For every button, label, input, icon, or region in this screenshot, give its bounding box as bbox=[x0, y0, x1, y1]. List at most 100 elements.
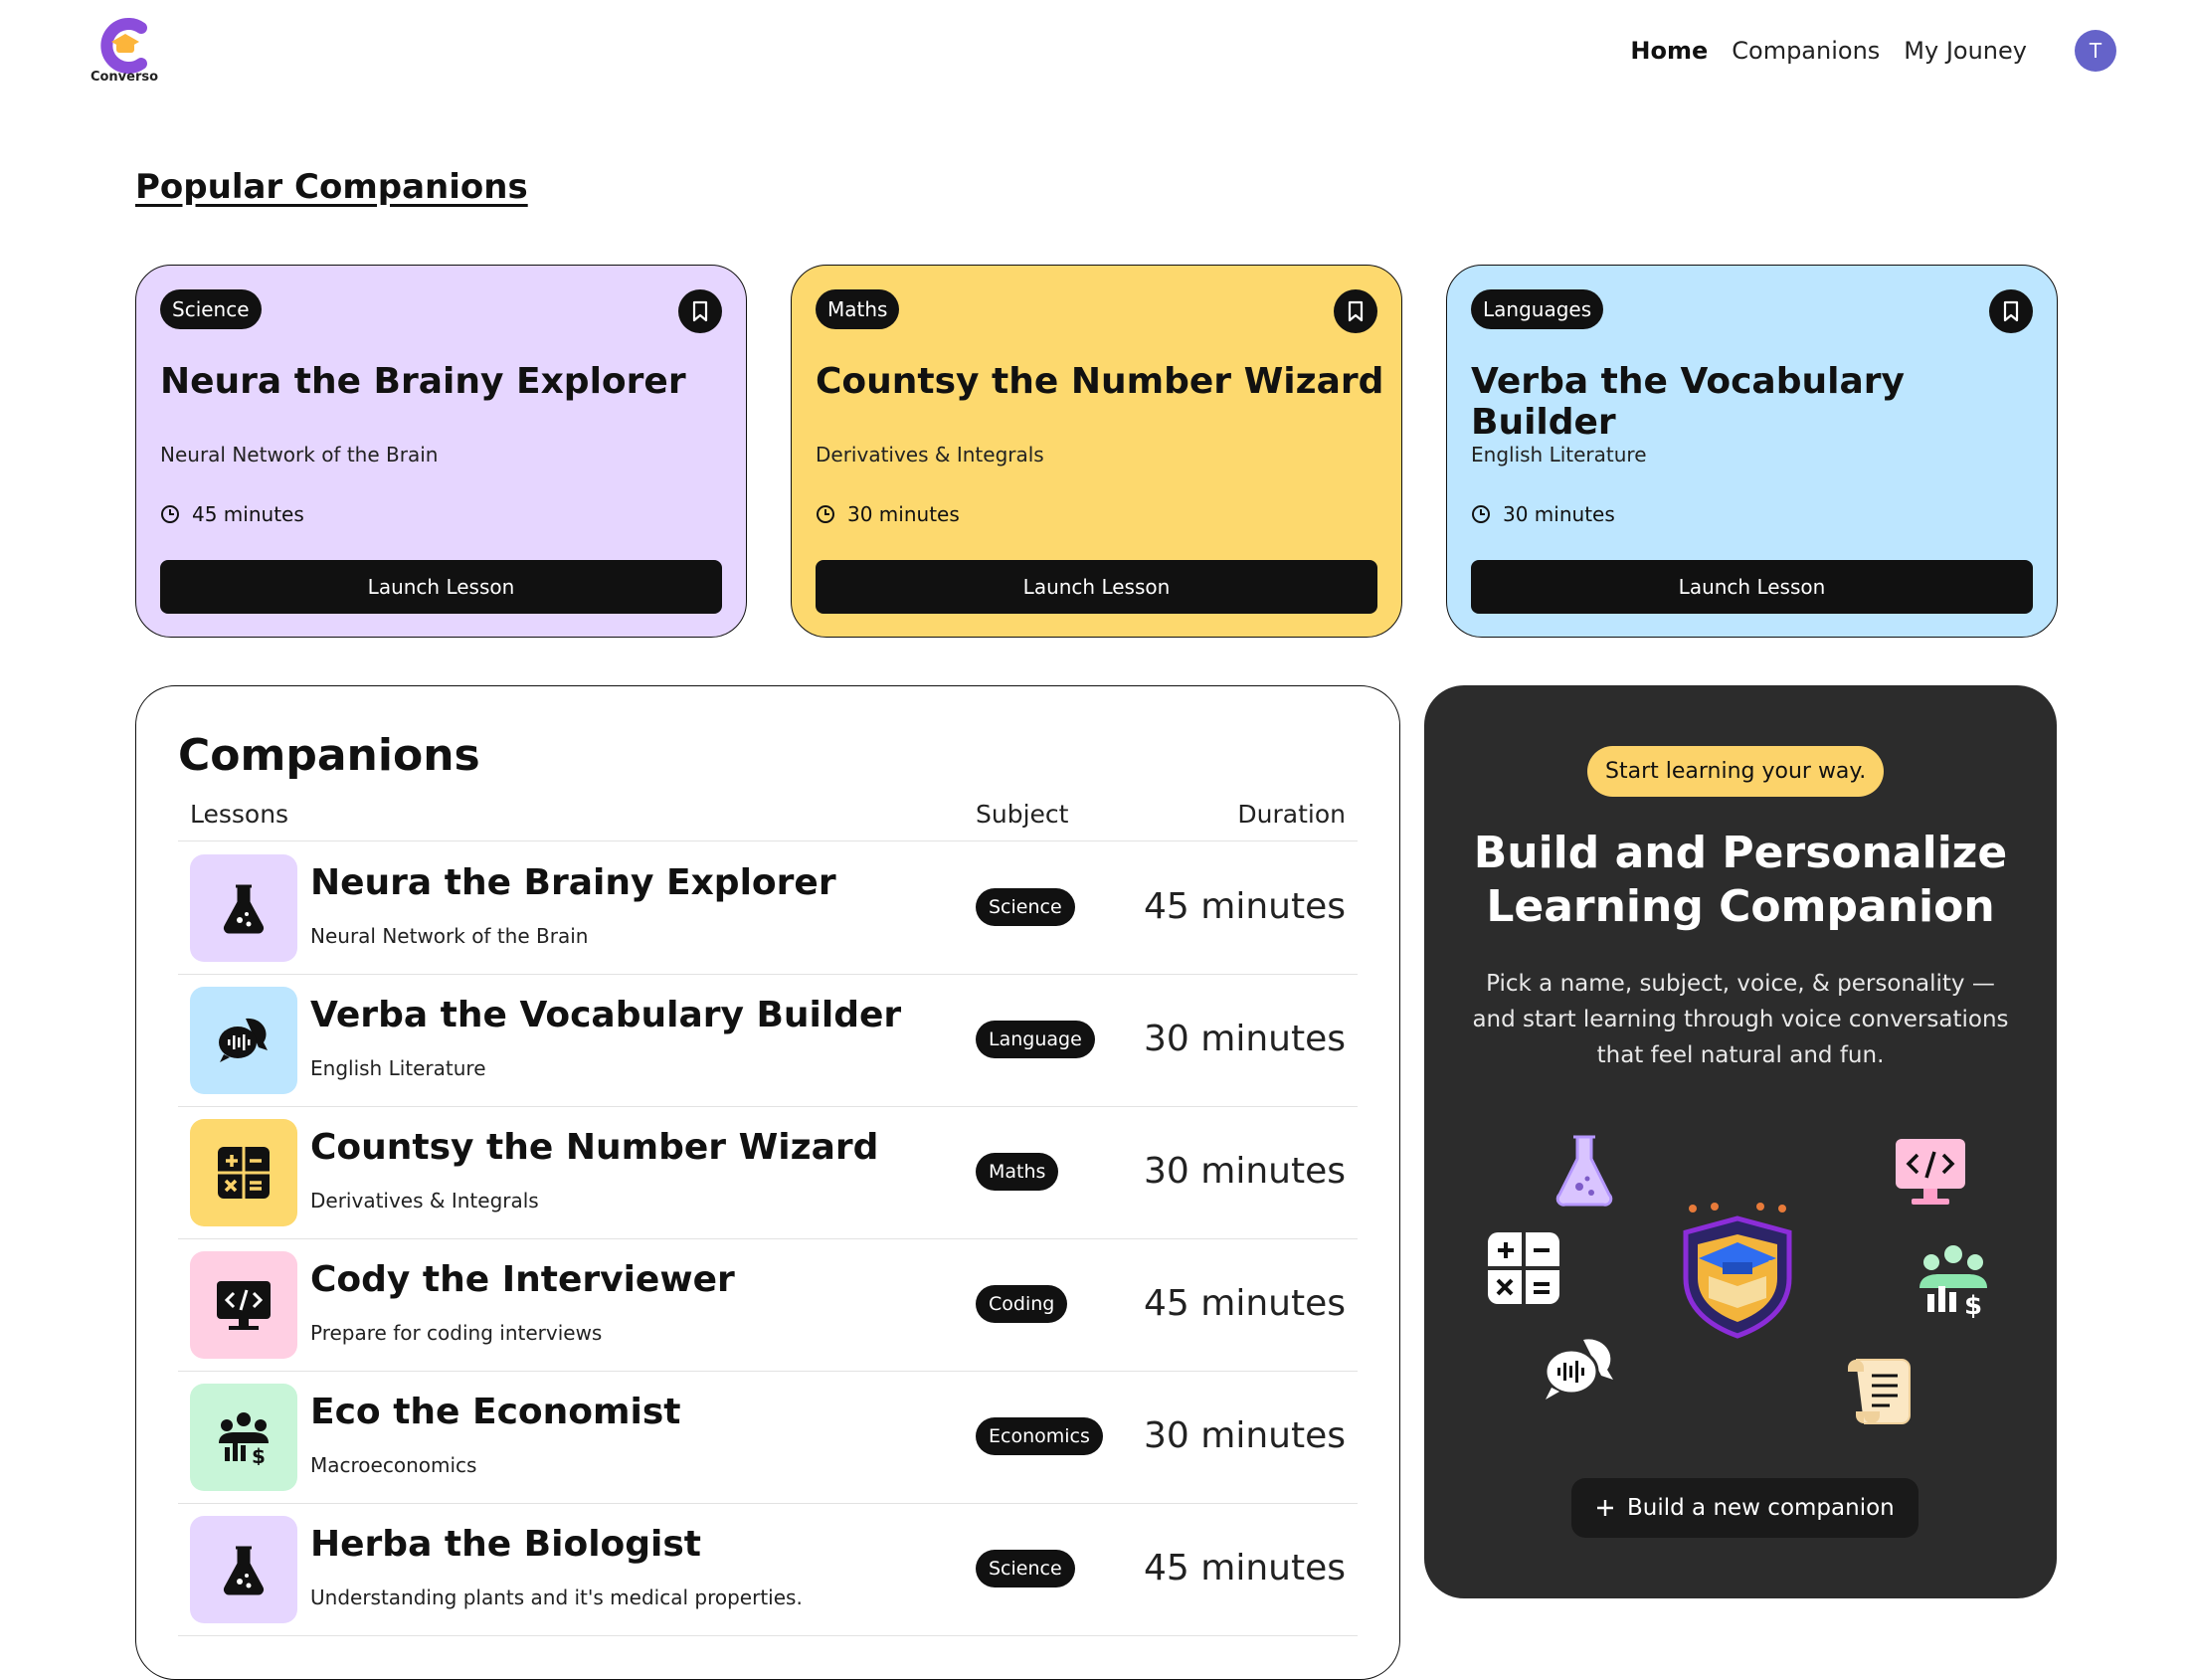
row-companion-name: Eco the Economist bbox=[310, 1392, 681, 1432]
nav-link-companions[interactable]: Companions bbox=[1732, 37, 1880, 65]
flask-icon bbox=[223, 1546, 265, 1595]
companion-card: Science Neura the Brainy Explorer Neural… bbox=[135, 265, 747, 638]
table-row[interactable]: Herba the Biologist Understanding plants… bbox=[178, 1504, 1358, 1636]
row-subject-badge: Coding bbox=[976, 1285, 1068, 1323]
calculator-illustration-icon bbox=[1488, 1232, 1559, 1304]
table-row[interactable]: Countsy the Number Wizard Derivatives & … bbox=[178, 1107, 1358, 1239]
svg-text:$: $ bbox=[252, 1444, 266, 1465]
companion-title: Countsy the Number Wizard bbox=[816, 361, 1384, 402]
duration-text: 45 minutes bbox=[192, 502, 304, 526]
bookmark-icon[interactable] bbox=[678, 289, 722, 333]
table-row[interactable]: $ Eco the Economist Macroeconomics Econo… bbox=[178, 1372, 1358, 1504]
row-icon-box bbox=[190, 1119, 297, 1226]
clock-icon bbox=[817, 505, 834, 523]
table-row[interactable]: Neura the Brainy Explorer Neural Network… bbox=[178, 842, 1358, 975]
code-monitor-illustration-icon bbox=[1896, 1139, 1965, 1205]
row-topic: Derivatives & Integrals bbox=[310, 1189, 539, 1213]
table-row[interactable]: Verba the Vocabulary Builder English Lit… bbox=[178, 975, 1358, 1107]
chat-bubble-icon bbox=[219, 1018, 268, 1062]
row-subject-badge: Maths bbox=[976, 1153, 1059, 1191]
clock-icon bbox=[161, 505, 179, 523]
companions-list-panel: Companions Lessons Subject Duration Neur… bbox=[135, 685, 1400, 1680]
cta-pill: Start learning your way. bbox=[1587, 746, 1885, 797]
launch-lesson-button[interactable]: Launch Lesson bbox=[160, 560, 722, 614]
header-lessons: Lessons bbox=[190, 800, 289, 829]
bookmark-icon[interactable] bbox=[1989, 289, 2033, 333]
row-subject-badge: Language bbox=[976, 1021, 1095, 1058]
row-topic: Understanding plants and it's medical pr… bbox=[310, 1586, 803, 1609]
companion-card: Languages Verba the Vocabulary Builder E… bbox=[1446, 265, 2058, 638]
svg-text:$: $ bbox=[1964, 1291, 1982, 1318]
row-icon-box bbox=[190, 1516, 297, 1623]
popular-cards: Science Neura the Brainy Explorer Neural… bbox=[135, 265, 2058, 638]
row-subject-badge: Science bbox=[976, 888, 1075, 926]
row-icon-box: $ bbox=[190, 1384, 297, 1491]
row-companion-name: Verba the Vocabulary Builder bbox=[310, 995, 902, 1035]
row-duration: 45 minutes bbox=[1144, 1283, 1346, 1324]
row-topic: English Literature bbox=[310, 1056, 486, 1080]
scroll-document-icon bbox=[1848, 1359, 1911, 1424]
economy-group-icon: $ bbox=[219, 1412, 269, 1465]
cta-headline: Build and Personalize Learning Companion bbox=[1424, 827, 2057, 934]
row-topic: Neural Network of the Brain bbox=[310, 924, 589, 948]
row-duration: 45 minutes bbox=[1144, 1548, 1346, 1588]
companion-title: Neura the Brainy Explorer bbox=[160, 361, 686, 402]
row-icon-box bbox=[190, 987, 297, 1094]
row-companion-name: Cody the Interviewer bbox=[310, 1259, 735, 1300]
nav-link-home[interactable]: Home bbox=[1630, 37, 1708, 65]
duration-text: 30 minutes bbox=[1503, 502, 1615, 526]
duration-text: 30 minutes bbox=[847, 502, 960, 526]
code-monitor-icon bbox=[217, 1281, 271, 1330]
companion-topic: Neural Network of the Brain bbox=[160, 443, 439, 467]
companion-topic: Derivatives & Integrals bbox=[816, 443, 1044, 467]
cta-headline-line1: Build and Personalize bbox=[1473, 828, 2008, 878]
build-button-label: Build a new companion bbox=[1627, 1495, 1895, 1521]
companions-list-title: Companions bbox=[178, 730, 480, 781]
subject-badge: Languages bbox=[1471, 289, 1604, 329]
companion-card: Maths Countsy the Number Wizard Derivati… bbox=[791, 265, 1402, 638]
cta-description: Pick a name, subject, voice, & personali… bbox=[1472, 971, 2009, 1068]
companion-duration: 45 minutes bbox=[160, 502, 304, 526]
nav-link-my-journey[interactable]: My Jouney bbox=[1904, 37, 2027, 65]
calculator-icon bbox=[218, 1147, 270, 1199]
launch-lesson-button[interactable]: Launch Lesson bbox=[1471, 560, 2033, 614]
bookmark-icon[interactable] bbox=[1334, 289, 1377, 333]
chat-bubble-illustration-icon bbox=[1544, 1339, 1613, 1400]
row-companion-name: Countsy the Number Wizard bbox=[310, 1127, 879, 1168]
converso-logo[interactable]: Converso bbox=[80, 18, 169, 90]
top-nav: Home Companions My Jouney T bbox=[1630, 30, 2116, 72]
row-subject-badge: Science bbox=[976, 1550, 1075, 1587]
economy-group-illustration-icon: $ bbox=[1919, 1245, 1987, 1318]
user-avatar[interactable]: T bbox=[2075, 30, 2116, 72]
cta-headline-line2: Learning Companion bbox=[1486, 881, 1995, 932]
build-companion-cta: Start learning your way. Build and Perso… bbox=[1424, 685, 2057, 1598]
popular-companions-title: Popular Companions bbox=[135, 167, 528, 207]
subject-badge: Science bbox=[160, 289, 262, 329]
companion-title: Verba the Vocabulary Builder bbox=[1471, 361, 1905, 443]
row-icon-box bbox=[190, 854, 297, 962]
flask-illustration-icon bbox=[1555, 1135, 1613, 1207]
table-row[interactable]: Cody the Interviewer Prepare for coding … bbox=[178, 1239, 1358, 1372]
row-duration: 30 minutes bbox=[1144, 1151, 1346, 1192]
build-new-companion-button[interactable]: Build a new companion bbox=[1571, 1478, 1918, 1538]
row-icon-box bbox=[190, 1251, 297, 1359]
row-companion-name: Neura the Brainy Explorer bbox=[310, 862, 836, 903]
logo-icon bbox=[100, 18, 147, 74]
row-topic: Macroeconomics bbox=[310, 1453, 477, 1477]
header-subject: Subject bbox=[976, 800, 1069, 829]
row-subject-badge: Economics bbox=[976, 1417, 1103, 1455]
header-duration: Duration bbox=[1237, 800, 1346, 829]
subject-badge: Maths bbox=[816, 289, 900, 329]
row-duration: 30 minutes bbox=[1144, 1019, 1346, 1059]
plus-icon bbox=[1597, 1500, 1613, 1516]
table-header: Lessons Subject Duration bbox=[178, 800, 1358, 841]
graduation-shield-icon bbox=[1683, 1203, 1792, 1339]
flask-icon bbox=[223, 884, 265, 934]
clock-icon bbox=[1472, 505, 1490, 523]
companion-duration: 30 minutes bbox=[1471, 502, 1615, 526]
row-topic: Prepare for coding interviews bbox=[310, 1321, 603, 1345]
launch-lesson-button[interactable]: Launch Lesson bbox=[816, 560, 1377, 614]
companion-duration: 30 minutes bbox=[816, 502, 960, 526]
logo-text: Converso bbox=[90, 70, 159, 85]
row-companion-name: Herba the Biologist bbox=[310, 1524, 702, 1565]
